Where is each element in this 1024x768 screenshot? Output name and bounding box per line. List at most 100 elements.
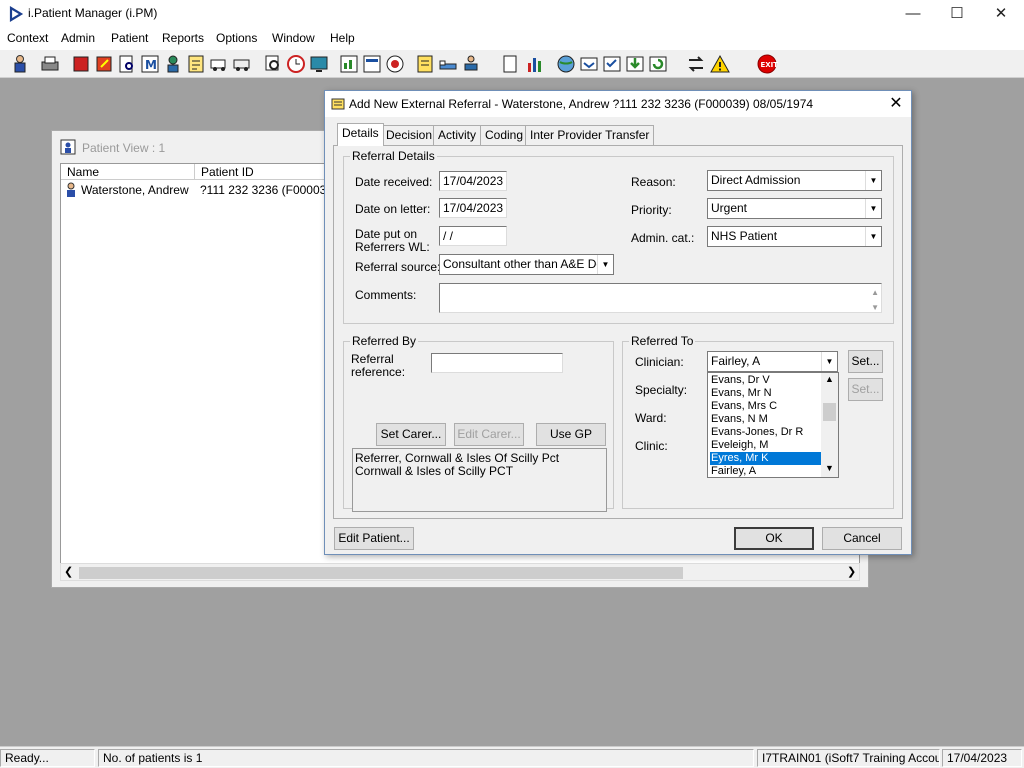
menu-admin[interactable]: Admin <box>61 31 95 45</box>
comments-textarea[interactable]: ▲ ▼ <box>439 283 882 313</box>
form-window-icon[interactable] <box>361 53 383 75</box>
status-bar: Ready... No. of patients is 1 I7TRAIN01 … <box>0 746 1024 768</box>
list-item[interactable]: Evans-Jones, Dr R <box>710 426 803 439</box>
menu-help[interactable]: Help <box>330 31 355 45</box>
ambulance-icon[interactable] <box>208 53 230 75</box>
admit-person-icon[interactable] <box>460 53 482 75</box>
menu-options[interactable]: Options <box>216 31 257 45</box>
list-item[interactable]: Evans, Dr V <box>710 374 770 387</box>
list-item[interactable]: Evans, Mrs C <box>710 400 777 413</box>
chevron-down-icon[interactable]: ▼ <box>865 199 881 218</box>
horizontal-scrollbar[interactable]: ❮ ❯ <box>60 563 860 581</box>
referral-source-select[interactable]: Consultant other than A&E Dept ▼ <box>439 254 614 275</box>
reason-value: Direct Admission <box>711 173 801 187</box>
notepad-icon[interactable] <box>414 53 436 75</box>
referral-details-group-label: Referral Details <box>350 149 437 163</box>
notes-icon[interactable] <box>185 53 207 75</box>
swap-arrows-icon[interactable] <box>685 53 707 75</box>
tab-inter-provider-transfer[interactable]: Inter Provider Transfer <box>525 125 655 145</box>
monitor-icon[interactable] <box>308 53 330 75</box>
specialty-label: Specialty: <box>635 383 688 397</box>
chart-window-icon[interactable] <box>338 53 360 75</box>
exit-icon[interactable]: EXIT <box>756 53 778 75</box>
book-red-icon[interactable] <box>70 53 92 75</box>
transport-icon[interactable] <box>231 53 253 75</box>
menu-window[interactable]: Window <box>272 31 315 45</box>
scroll-up-icon[interactable]: ▲ <box>825 374 834 384</box>
column-header-name[interactable]: Name <box>61 164 195 180</box>
use-gp-button[interactable]: Use GP <box>536 423 606 446</box>
edit-patient-button[interactable]: Edit Patient... <box>334 527 414 550</box>
edit-carer-button[interactable]: Edit Carer... <box>454 423 524 446</box>
close-button[interactable]: ✕ <box>978 0 1024 28</box>
ok-button[interactable]: OK <box>734 527 814 550</box>
list-item-selected[interactable]: Eyres, Mr K <box>710 452 822 465</box>
add-external-referral-dialog[interactable]: Add New External Referral - Waterstone, … <box>324 90 912 555</box>
priority-select[interactable]: Urgent ▼ <box>707 198 882 219</box>
download-green-icon[interactable] <box>624 53 646 75</box>
maximize-button[interactable]: ☐ <box>934 0 980 28</box>
admin-cat-select[interactable]: NHS Patient ▼ <box>707 226 882 247</box>
refresh-green-icon[interactable] <box>647 53 669 75</box>
tab-activity[interactable]: Activity <box>433 125 482 145</box>
date-put-on-wl-field[interactable]: / / <box>439 226 507 246</box>
patient-name-cell: Waterstone, Andrew <box>81 183 189 197</box>
search-list-icon[interactable] <box>262 53 284 75</box>
referred-to-group-label: Referred To <box>629 334 696 348</box>
status-date: 17/04/2023 <box>942 749 1022 767</box>
scroll-left-icon[interactable]: ❮ <box>64 565 73 578</box>
scroll-down-icon[interactable]: ▼ <box>825 463 834 473</box>
scroll-down-icon[interactable]: ▼ <box>871 299 879 312</box>
chevron-down-icon[interactable]: ▼ <box>821 352 837 371</box>
set-clinician-button[interactable]: Set... <box>848 350 883 373</box>
tab-details[interactable]: Details <box>337 123 384 146</box>
list-item[interactable]: Evans, N M <box>710 413 768 426</box>
list-item[interactable]: Evans, Mr N <box>710 387 772 400</box>
clock-icon[interactable] <box>285 53 307 75</box>
tab-decision[interactable]: Decision <box>381 125 438 145</box>
set-specialty-button[interactable]: Set... <box>848 378 883 401</box>
letter-m-icon[interactable]: M <box>139 53 161 75</box>
globe-icon[interactable] <box>555 53 577 75</box>
dropdown-scrollbar[interactable]: ▲ ▼ <box>821 373 838 477</box>
blank-document-icon[interactable] <box>499 53 521 75</box>
list-item[interactable]: Fairley, A <box>710 465 756 478</box>
referrers-wl-label: Referrers WL: <box>355 240 430 254</box>
tab-coding[interactable]: Coding <box>480 125 529 145</box>
bed-icon[interactable] <box>437 53 459 75</box>
date-on-letter-field[interactable]: 17/04/2023 <box>439 198 507 218</box>
carer-line-2: Cornwall & Isles of Scilly PCT <box>355 464 514 478</box>
dialog-title-bar: Add New External Referral - Waterstone, … <box>325 91 911 117</box>
referral-reference-label: Referral <box>351 352 394 366</box>
clinician-select[interactable]: Fairley, A ▼ <box>707 351 838 372</box>
chevron-down-icon[interactable]: ▼ <box>597 255 613 274</box>
checklist-icon[interactable] <box>601 53 623 75</box>
target-icon[interactable] <box>384 53 406 75</box>
cancel-button[interactable]: Cancel <box>822 527 902 550</box>
chevron-down-icon[interactable]: ▼ <box>865 227 881 246</box>
printer-icon[interactable] <box>39 53 61 75</box>
menu-patient[interactable]: Patient <box>111 31 148 45</box>
dialog-close-button[interactable]: ✕ <box>881 91 911 117</box>
clinician-dropdown-list[interactable]: Evans, Dr V Evans, Mr N Evans, Mrs C Eva… <box>707 372 839 478</box>
referral-reference-field[interactable] <box>431 353 563 373</box>
scroll-thumb[interactable] <box>823 403 836 421</box>
document-search-icon[interactable] <box>116 53 138 75</box>
inbox-icon[interactable] <box>578 53 600 75</box>
chevron-down-icon[interactable]: ▼ <box>865 171 881 190</box>
bar-chart-icon[interactable] <box>524 53 546 75</box>
menu-bar: Context Admin Patient Reports Options Wi… <box>0 28 1024 50</box>
patient-person-icon[interactable] <box>9 53 31 75</box>
scroll-right-icon[interactable]: ❯ <box>847 565 856 578</box>
warning-icon[interactable] <box>709 53 731 75</box>
scroll-thumb[interactable] <box>79 567 683 579</box>
date-received-field[interactable]: 17/04/2023 <box>439 171 507 191</box>
reason-select[interactable]: Direct Admission ▼ <box>707 170 882 191</box>
set-carer-button[interactable]: Set Carer... <box>376 423 446 446</box>
menu-context[interactable]: Context <box>7 31 48 45</box>
minimize-button[interactable]: — <box>890 0 936 28</box>
user-card-icon[interactable] <box>162 53 184 75</box>
menu-reports[interactable]: Reports <box>162 31 204 45</box>
list-item[interactable]: Eveleigh, M <box>710 439 768 452</box>
book-edit-icon[interactable] <box>93 53 115 75</box>
